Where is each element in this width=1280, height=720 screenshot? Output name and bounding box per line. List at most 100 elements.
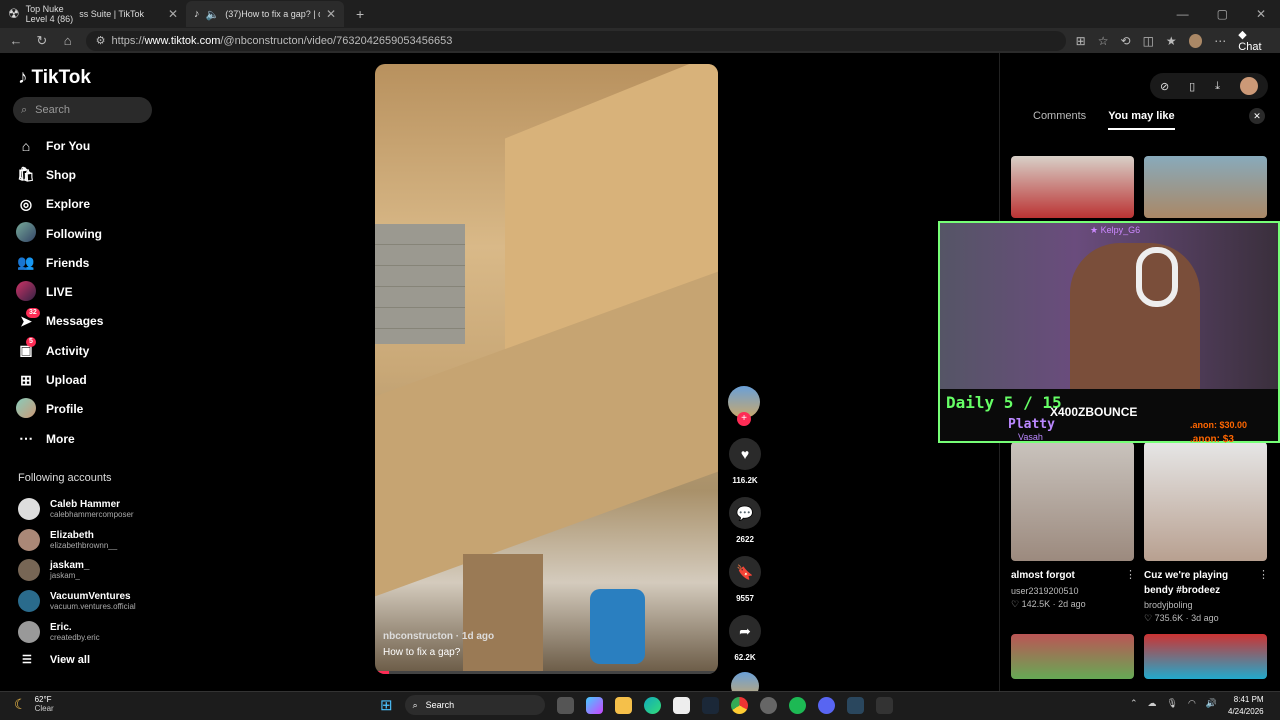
- close-panel-icon[interactable]: ✕: [1249, 108, 1265, 124]
- video-author[interactable]: nbconstructon: [383, 631, 453, 642]
- view-all-link[interactable]: ☰ View all: [22, 653, 90, 667]
- extensions-icon[interactable]: ⟲: [1121, 34, 1131, 48]
- nav-label: Explore: [46, 197, 91, 212]
- copilot-icon[interactable]: [585, 696, 603, 714]
- following-account[interactable]: Eric. createdby.eric: [18, 616, 136, 647]
- nav-friends[interactable]: 👥 Friends: [16, 248, 103, 277]
- site-info-icon[interactable]: ⚙: [96, 34, 106, 47]
- nav-messages[interactable]: ➤ 32 Messages: [16, 307, 103, 336]
- xbox-icon[interactable]: [875, 696, 893, 714]
- nav-live[interactable]: LIVE: [16, 277, 103, 306]
- nav-explore[interactable]: ◎ Explore: [16, 190, 103, 219]
- compass-icon: ◎: [19, 195, 33, 212]
- task-view-icon[interactable]: [556, 696, 574, 714]
- video-thumbnail[interactable]: [1144, 156, 1267, 218]
- video-thumbnail[interactable]: [1011, 156, 1134, 218]
- following-account[interactable]: jaskam_ jaskam_: [18, 555, 136, 586]
- share-button[interactable]: ➦: [729, 615, 761, 647]
- wifi-icon[interactable]: ◠: [1188, 698, 1196, 709]
- taskbar-search[interactable]: ⌕ Search: [404, 695, 545, 715]
- nav-upload[interactable]: ⊞ Upload: [16, 365, 103, 394]
- video-frame-wall: [375, 224, 465, 344]
- video-thumbnail[interactable]: [1144, 634, 1267, 679]
- activity-badge: 5: [26, 337, 36, 348]
- like-button[interactable]: ♥: [729, 438, 761, 470]
- spotify-icon[interactable]: [788, 696, 806, 714]
- nav-for-you[interactable]: ⌂ For You: [16, 131, 103, 160]
- refresh-icon[interactable]: ↻: [34, 33, 50, 49]
- download-icon[interactable]: ⤓: [1215, 80, 1220, 93]
- more-options-icon[interactable]: ⋮: [1258, 568, 1269, 581]
- video-thumbnail[interactable]: [1011, 634, 1134, 679]
- url-field[interactable]: ⚙ https://www.tiktok.com/@nbconstructon/…: [85, 30, 1066, 51]
- avatar[interactable]: [1239, 77, 1258, 95]
- volume-icon[interactable]: 🔊: [1206, 698, 1217, 709]
- favorites-icon[interactable]: ★: [1166, 34, 1177, 48]
- edge-icon[interactable]: [643, 696, 661, 714]
- copilot-chat-button[interactable]: ◆ Chat: [1238, 28, 1272, 53]
- taskbar-clock[interactable]: 8:41 PM 4/24/2026: [1228, 694, 1264, 718]
- follow-plus-icon[interactable]: +: [737, 412, 751, 426]
- device-icon[interactable]: ▯: [1189, 80, 1195, 93]
- chevron-up-icon[interactable]: ⌃: [1130, 698, 1138, 709]
- speaker-icon[interactable]: 🔈: [206, 8, 220, 21]
- chrome-icon[interactable]: [730, 696, 748, 714]
- minimize-icon[interactable]: —: [1177, 7, 1189, 21]
- browser-tab-2[interactable]: ♪ 🔈 (37)How to fix a gap? | david ✕: [186, 1, 344, 27]
- video-stats: 735.6K · 3d ago: [1154, 613, 1219, 623]
- video-title[interactable]: Cuz we're playing bendy #brodeez: [1144, 568, 1260, 598]
- steam-icon[interactable]: [701, 696, 719, 714]
- close-window-icon[interactable]: ✕: [1256, 7, 1266, 21]
- following-account[interactable]: VacuumVentures vacuum.ventures.official: [18, 586, 136, 617]
- creator-avatar[interactable]: +: [728, 386, 760, 426]
- menu-icon[interactable]: ⋯: [1214, 34, 1226, 48]
- steam-chat-icon[interactable]: [846, 696, 864, 714]
- comment-button[interactable]: 💬: [729, 497, 761, 529]
- close-tab-icon[interactable]: ✕: [326, 7, 336, 21]
- messages-badge: 32: [26, 307, 40, 318]
- tiktok-logo[interactable]: ♪ TikTok: [18, 67, 91, 89]
- windows-start-icon[interactable]: ⊞: [380, 696, 393, 714]
- nav-shop[interactable]: 🛍 Shop: [16, 160, 103, 189]
- file-explorer-icon[interactable]: [614, 696, 632, 714]
- nav-profile[interactable]: Profile: [16, 395, 103, 424]
- maximize-icon[interactable]: ▢: [1217, 7, 1228, 21]
- save-button[interactable]: 🔖: [729, 556, 761, 588]
- tiktok-note-icon: ♪: [18, 67, 28, 88]
- video-progress-bar[interactable]: [375, 671, 718, 674]
- stream-overlay[interactable]: ★ Kelpy_G6 Daily 5 / 15 X400ZBOUNCE Plat…: [938, 221, 1280, 445]
- comment-icon: 💬: [736, 504, 754, 521]
- home-icon[interactable]: ⌂: [60, 33, 76, 48]
- video-thumbnail[interactable]: [1011, 442, 1134, 561]
- following-account[interactable]: Elizabeth elizabethbrownn__: [18, 525, 136, 556]
- discord-icon[interactable]: [817, 696, 835, 714]
- tab-you-may-like[interactable]: You may like: [1108, 110, 1175, 130]
- coin-icon[interactable]: ⊘: [1160, 80, 1169, 93]
- tab-comments[interactable]: Comments: [1033, 110, 1086, 130]
- video-user[interactable]: user2319200510: [1011, 586, 1079, 596]
- search-input[interactable]: ⌕ Search: [13, 97, 152, 123]
- apps-icon[interactable]: ⊞: [1076, 34, 1086, 48]
- video-thumbnail[interactable]: [1144, 442, 1267, 561]
- weather-widget[interactable]: ☾ 62°F Clear: [14, 695, 54, 713]
- microphone-icon[interactable]: 🎙: [1167, 698, 1178, 709]
- favorite-icon[interactable]: ☆: [1098, 34, 1109, 48]
- new-tab-icon[interactable]: +: [356, 6, 364, 22]
- more-options-icon[interactable]: ⋮: [1125, 568, 1136, 581]
- settings-icon[interactable]: [759, 696, 777, 714]
- video-player[interactable]: nbconstructon · 1d ago How to fix a gap?: [375, 64, 718, 674]
- video-user[interactable]: brodyjboling: [1144, 600, 1193, 610]
- close-tab-icon[interactable]: ✕: [168, 7, 178, 21]
- following-account[interactable]: Caleb Hammer calebhammercomposer: [18, 494, 136, 525]
- profile-avatar[interactable]: [1188, 33, 1203, 48]
- nav-activity[interactable]: ▣ 5 Activity: [16, 336, 103, 365]
- split-screen-icon[interactable]: ◫: [1143, 34, 1154, 48]
- avatar: [18, 590, 40, 613]
- store-icon[interactable]: [672, 696, 690, 714]
- back-icon[interactable]: ←: [8, 33, 24, 48]
- cloud-icon[interactable]: ☁: [1148, 698, 1157, 709]
- browser-tab-1[interactable]: ☢ Top Nuke Level 4 (86) ss Suite | TikTok…: [0, 1, 186, 27]
- video-title[interactable]: almost forgot: [1011, 568, 1121, 583]
- nav-more[interactable]: ⋯ More: [16, 424, 103, 453]
- nav-following[interactable]: Following: [16, 219, 103, 248]
